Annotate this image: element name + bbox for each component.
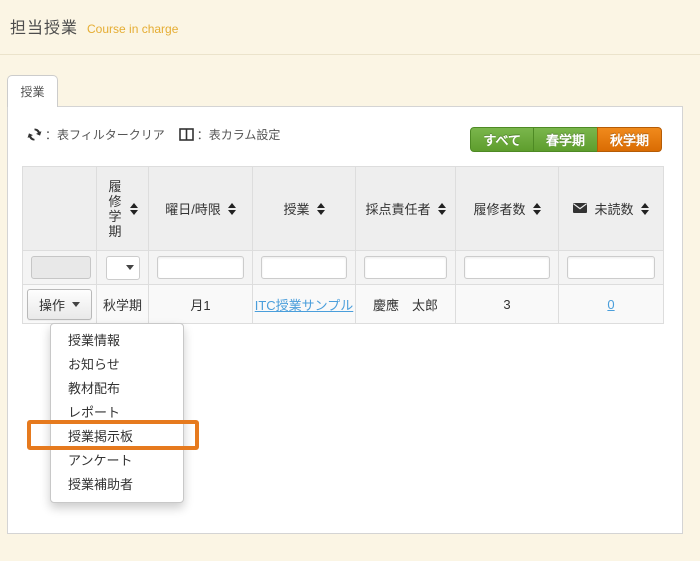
menu-item-class-assistant[interactable]: 授業補助者 — [51, 473, 183, 497]
filter-all-label: すべて — [483, 130, 521, 149]
actions-dropdown-button[interactable]: 操作 — [27, 289, 92, 320]
cell-day-period: 月1 — [190, 298, 210, 313]
column-settings-label: ：表カラム設定 — [197, 126, 281, 143]
menu-item-announcements[interactable]: お知らせ — [51, 353, 183, 377]
course-link[interactable]: ITC授業サンプル — [255, 298, 354, 313]
filter-clear-control[interactable]: ：表フィルタークリア — [27, 126, 165, 143]
header-grader-label: 採点責任者 — [365, 199, 430, 218]
sort-icon[interactable] — [228, 203, 236, 215]
header-unread: 未読数 — [559, 167, 664, 251]
table-row: 操作 秋学期 月1 ITC授業サンプル 慶應 太郎 3 0 — [23, 285, 664, 324]
table-toolbar: ：表フィルタークリア ：表カラム設定 — [27, 126, 280, 143]
menu-item-course-info[interactable]: 授業情報 — [51, 329, 183, 353]
unread-count-link[interactable]: 0 — [607, 297, 614, 312]
filter-enrolled-input[interactable] — [464, 256, 550, 279]
envelope-icon — [573, 201, 587, 216]
course-table: 履修学期 曜日/時限 授業 — [22, 166, 664, 324]
filter-course-input[interactable] — [261, 256, 347, 279]
filter-grader-input[interactable] — [364, 256, 447, 279]
menu-item-materials[interactable]: 教材配布 — [51, 377, 183, 401]
semester-filter-group: すべて 春学期 秋学期 — [470, 127, 662, 152]
header-semester-label: 履修学期 — [108, 179, 123, 239]
page-title: 担当授業 — [10, 14, 78, 38]
cell-grader: 慶應 太郎 — [373, 298, 438, 313]
table-filter-row — [23, 251, 664, 285]
menu-item-survey[interactable]: アンケート — [51, 449, 183, 473]
header-grader: 採点責任者 — [356, 167, 456, 251]
sort-icon[interactable] — [533, 203, 541, 215]
header-unread-label: 未読数 — [594, 199, 633, 218]
menu-item-reports[interactable]: レポート — [51, 401, 183, 425]
refresh-icon — [27, 127, 42, 142]
sort-icon[interactable] — [317, 203, 325, 215]
filter-spring-button[interactable]: 春学期 — [533, 127, 598, 152]
header-semester: 履修学期 — [97, 167, 149, 251]
header-enrolled-label: 履修者数 — [473, 199, 525, 218]
chevron-down-icon — [126, 265, 134, 270]
filter-unread-input[interactable] — [567, 256, 655, 279]
menu-item-class-board[interactable]: 授業掲示板 — [51, 425, 183, 449]
cell-semester: 秋学期 — [103, 298, 142, 313]
actions-dropdown-menu: 授業情報 お知らせ 教材配布 レポート 授業掲示板 アンケート 授業補助者 — [50, 323, 184, 503]
header-actions — [23, 167, 97, 251]
filter-actions-input — [31, 256, 91, 279]
sort-icon[interactable] — [130, 203, 138, 215]
filter-spring-label: 春学期 — [546, 130, 585, 149]
header-day-period: 曜日/時限 — [149, 167, 253, 251]
page-subtitle: Course in charge — [87, 22, 178, 36]
column-settings-control[interactable]: ：表カラム設定 — [179, 126, 281, 143]
tab-class[interactable]: 授業 — [7, 75, 58, 107]
filter-semester-select[interactable] — [106, 256, 140, 280]
filter-all-button[interactable]: すべて — [470, 127, 534, 152]
header-day-period-label: 曜日/時限 — [165, 199, 221, 218]
header-course-label: 授業 — [283, 199, 309, 218]
header-course: 授業 — [253, 167, 356, 251]
content-panel: ：表フィルタークリア ：表カラム設定 すべて 春学期 秋学期 — [7, 106, 683, 534]
sort-icon[interactable] — [641, 203, 649, 215]
filter-fall-button[interactable]: 秋学期 — [597, 127, 662, 152]
actions-button-label: 操作 — [39, 295, 65, 314]
page-header: 担当授業 Course in charge — [10, 14, 178, 38]
chevron-down-icon — [72, 302, 80, 307]
table-header-row: 履修学期 曜日/時限 授業 — [23, 167, 664, 251]
filter-day-period-input[interactable] — [157, 256, 244, 279]
cell-enrolled: 3 — [503, 297, 510, 312]
columns-icon — [179, 128, 194, 141]
sort-icon[interactable] — [438, 203, 446, 215]
filter-fall-label: 秋学期 — [610, 130, 649, 149]
tab-class-label: 授業 — [20, 83, 44, 100]
header-enrolled: 履修者数 — [456, 167, 559, 251]
filter-clear-label: ：表フィルタークリア — [45, 126, 165, 143]
header-divider — [0, 54, 700, 55]
